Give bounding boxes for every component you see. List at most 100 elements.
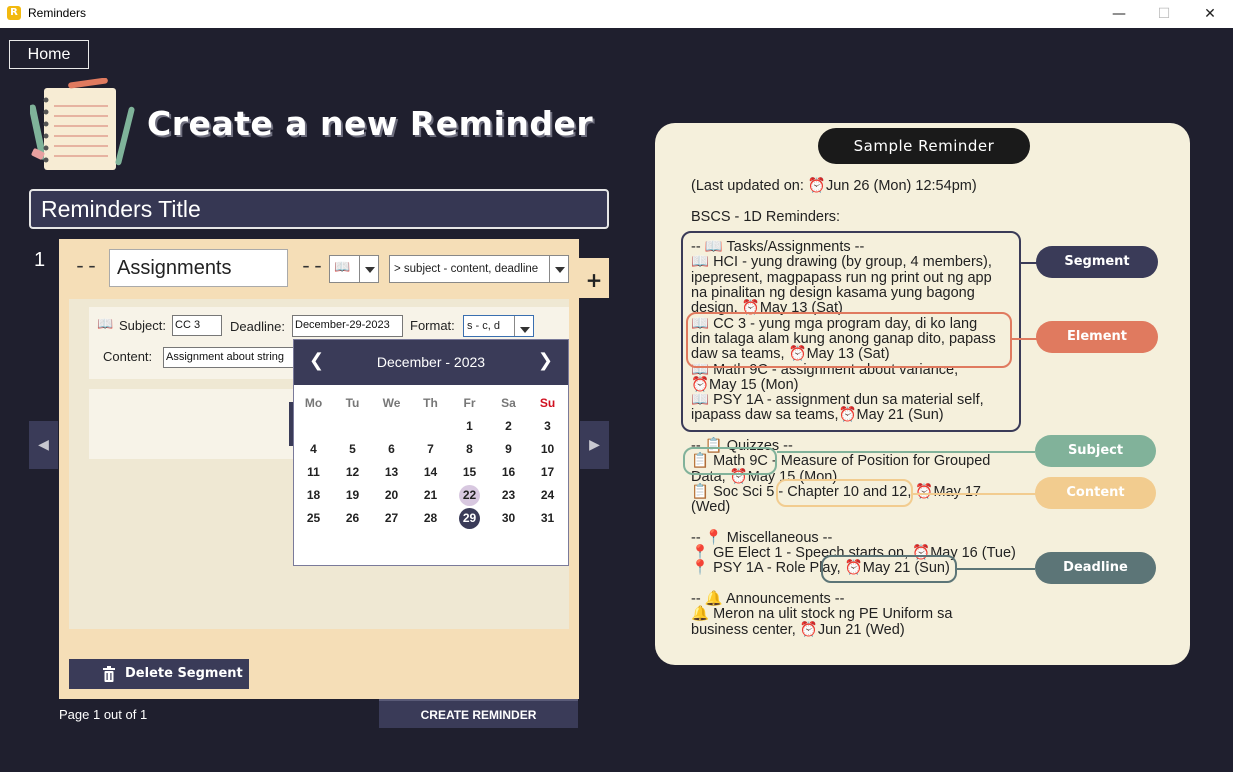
- calendar-day-label: 23: [501, 488, 516, 502]
- create-reminder-button[interactable]: CREATE REMINDER: [379, 699, 578, 728]
- minimize-button[interactable]: —: [1096, 0, 1142, 28]
- calendar-day[interactable]: 13: [372, 461, 411, 484]
- element-highlight-box: [686, 312, 1012, 368]
- calendar-day-label: 3: [544, 419, 551, 433]
- chevron-down-icon: [514, 316, 533, 336]
- reminders-title-input[interactable]: Reminders Title: [29, 189, 609, 229]
- subject-input[interactable]: CC 3: [172, 315, 222, 336]
- calendar-next-month-button[interactable]: ❯: [538, 350, 553, 371]
- content-connector: [913, 493, 1036, 495]
- sample-line: business center, ⏰Jun 21 (Wed): [691, 621, 905, 638]
- calendar-day[interactable]: 5: [333, 438, 372, 461]
- calendar-day[interactable]: 7: [411, 438, 450, 461]
- calendar-day[interactable]: 22: [450, 484, 489, 507]
- calendar-weekday: Th: [423, 396, 438, 410]
- window-title: Reminders: [28, 6, 87, 20]
- element-format-select[interactable]: s - c, d: [463, 315, 534, 337]
- calendar-empty-cell: [372, 415, 411, 438]
- calendar-day[interactable]: 3: [528, 415, 567, 438]
- calendar-weekday: Su: [539, 396, 556, 410]
- calendar-day-label: 22: [462, 488, 477, 502]
- calendar-weekday: Mo: [304, 396, 323, 410]
- calendar-day-label: 17: [540, 465, 555, 479]
- calendar-weekday: We: [382, 396, 401, 410]
- calendar-day-label: 29: [462, 511, 477, 525]
- next-page-button[interactable]: ▶: [580, 421, 609, 469]
- calendar-day-label: 28: [423, 511, 438, 525]
- calendar-day[interactable]: 20: [372, 484, 411, 507]
- delete-segment-button[interactable]: Delete Segment: [69, 659, 249, 689]
- segment-tag: Segment: [1036, 246, 1158, 278]
- format-label: Format:: [410, 318, 455, 333]
- calendar-day[interactable]: 17: [528, 461, 567, 484]
- calendar-day[interactable]: 9: [489, 438, 528, 461]
- sample-reminder-title: Sample Reminder: [818, 128, 1030, 164]
- calendar-empty-cell: [411, 415, 450, 438]
- calendar-day[interactable]: 14: [411, 461, 450, 484]
- calendar-day-label: 19: [345, 488, 360, 502]
- segment-format-select[interactable]: > subject - content, deadline: [389, 255, 569, 283]
- home-button[interactable]: Home: [9, 40, 89, 69]
- subject-label: Subject:: [119, 318, 166, 333]
- calendar-day[interactable]: 4: [294, 438, 333, 461]
- calendar-day[interactable]: 8: [450, 438, 489, 461]
- calendar-header: ❮ December - 2023 ❯: [294, 340, 568, 385]
- calendar-day[interactable]: 11: [294, 461, 333, 484]
- page-title: Create a new Reminder: [147, 104, 594, 143]
- calendar-day-label: 9: [505, 442, 512, 456]
- deadline-highlight-box: [821, 555, 957, 583]
- calendar-day-label: 7: [427, 442, 434, 456]
- chevron-down-icon: [359, 256, 378, 282]
- segment-format-value: > subject - content, deadline: [394, 263, 539, 275]
- calendar-day[interactable]: 24: [528, 484, 567, 507]
- deadline-connector: [957, 568, 1035, 570]
- calendar-day-label: 2: [505, 419, 512, 433]
- book-icon: 📖: [334, 260, 351, 275]
- calendar-day-label: 20: [384, 488, 399, 502]
- calendar-weekday: Tu: [345, 396, 360, 410]
- maximize-button[interactable]: ☐: [1141, 0, 1187, 28]
- calendar-day-label: 4: [310, 442, 317, 456]
- segment-name-input[interactable]: Assignments: [109, 249, 288, 287]
- calendar-day-label: 16: [501, 465, 516, 479]
- deadline-input[interactable]: December-29-2023: [292, 315, 403, 337]
- chevron-down-icon: [549, 256, 568, 282]
- calendar-day-label: 18: [306, 488, 321, 502]
- close-button[interactable]: ✕: [1187, 0, 1233, 28]
- segment-dash-right: --: [300, 256, 325, 279]
- page-info: Page 1 out of 1: [59, 707, 148, 722]
- content-input[interactable]: Assignment about string: [163, 347, 294, 368]
- calendar-day[interactable]: 1: [450, 415, 489, 438]
- calendar-day[interactable]: 19: [333, 484, 372, 507]
- calendar-day[interactable]: 29: [450, 507, 489, 530]
- calendar-day[interactable]: 31: [528, 507, 567, 530]
- delete-segment-label: Delete Segment: [125, 666, 243, 681]
- prev-page-button[interactable]: ◀: [29, 421, 58, 469]
- add-segment-button[interactable]: +: [579, 258, 609, 298]
- calendar-day[interactable]: 27: [372, 507, 411, 530]
- calendar-weekday: Fr: [463, 396, 476, 410]
- calendar-day[interactable]: 15: [450, 461, 489, 484]
- calendar-day[interactable]: 28: [411, 507, 450, 530]
- calendar-day[interactable]: 26: [333, 507, 372, 530]
- calendar-weekday: Sa: [501, 396, 516, 410]
- calendar-day-label: 13: [384, 465, 399, 479]
- calendar-day[interactable]: 18: [294, 484, 333, 507]
- sample-line: -- 📍 Miscellaneous --: [691, 529, 833, 546]
- calendar-day[interactable]: 6: [372, 438, 411, 461]
- calendar-day-label: 5: [349, 442, 356, 456]
- calendar-day[interactable]: 25: [294, 507, 333, 530]
- calendar-day[interactable]: 23: [489, 484, 528, 507]
- book-icon: 📖: [97, 317, 114, 332]
- calendar-day[interactable]: 21: [411, 484, 450, 507]
- calendar-day[interactable]: 16: [489, 461, 528, 484]
- calendar-day-label: 27: [384, 511, 399, 525]
- app-icon: R: [7, 6, 21, 20]
- calendar-grid: Mo Tu We Th Fr Sa Su 1 2 3 4 5 6 7 8 9 10 11 12 13 14 15 16 17 1…: [294, 392, 568, 530]
- calendar-day[interactable]: 30: [489, 507, 528, 530]
- segment-icon-select[interactable]: 📖: [329, 255, 379, 283]
- calendar-day[interactable]: 10: [528, 438, 567, 461]
- sample-line: 🔔 Meron na ulit stock ng PE Uniform sa: [691, 606, 953, 623]
- calendar-day[interactable]: 2: [489, 415, 528, 438]
- calendar-day[interactable]: 12: [333, 461, 372, 484]
